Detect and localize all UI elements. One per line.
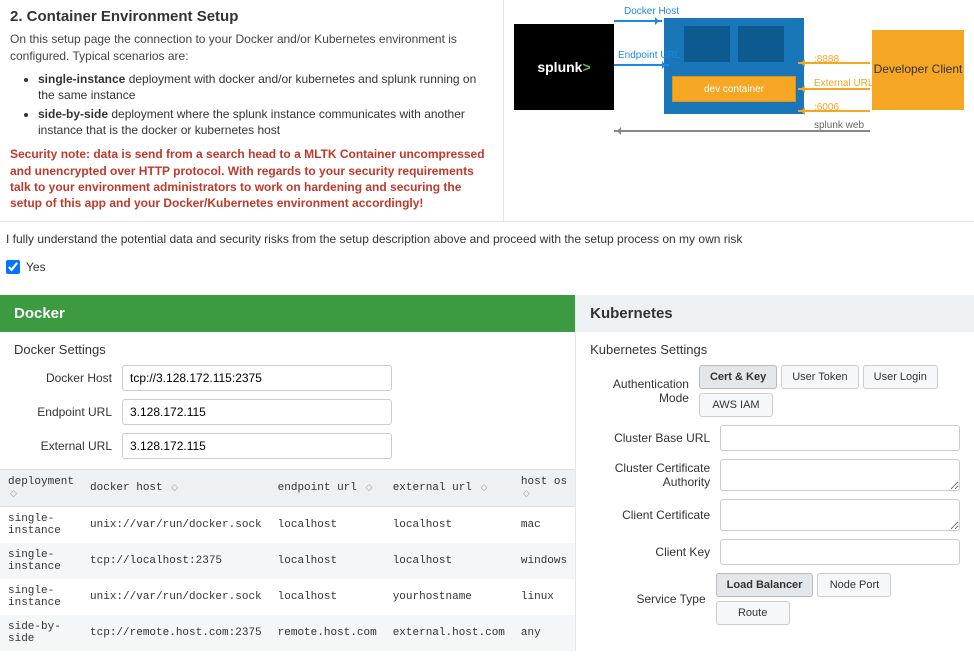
external-url-input[interactable] bbox=[122, 433, 392, 459]
table-cell: unix://var/run/docker.sock bbox=[82, 507, 270, 544]
examples-table: deployment ◇docker host ◇endpoint url ◇e… bbox=[0, 469, 575, 651]
developer-client-box: Developer Client bbox=[872, 30, 964, 110]
table-cell: tcp://localhost:2375 bbox=[82, 543, 270, 579]
dev-container-box: dev container bbox=[672, 76, 796, 102]
table-cell: single-instance bbox=[0, 507, 82, 544]
service-type-option[interactable]: Route bbox=[716, 601, 790, 625]
auth-mode-option[interactable]: User Login bbox=[863, 365, 938, 389]
table-cell: single-instance bbox=[0, 579, 82, 615]
table-cell: mac bbox=[513, 507, 575, 544]
client-cert-textarea[interactable] bbox=[720, 499, 960, 531]
table-row: side-by-sidetcp://remote.host.com:2375re… bbox=[0, 615, 575, 651]
cluster-base-url-input[interactable] bbox=[720, 425, 960, 451]
table-cell: localhost bbox=[270, 507, 385, 544]
kubernetes-panel-header: Kubernetes bbox=[576, 295, 974, 332]
client-key-input[interactable] bbox=[720, 539, 960, 565]
scenario-list: single-instance deployment with docker a… bbox=[10, 71, 493, 139]
sort-icon: ◇ bbox=[479, 483, 488, 493]
consent-checkbox[interactable] bbox=[6, 260, 20, 274]
section-title: 2. Container Environment Setup bbox=[10, 8, 493, 25]
splunk-box: splunk> bbox=[514, 24, 614, 110]
label-cluster-base-url: Cluster Base URL bbox=[590, 431, 720, 445]
table-cell: localhost bbox=[385, 543, 513, 579]
docker-panel-header: Docker bbox=[0, 295, 575, 332]
kubernetes-settings-heading: Kubernetes Settings bbox=[576, 332, 974, 361]
table-cell: localhost bbox=[385, 507, 513, 544]
column-header[interactable]: external url ◇ bbox=[385, 470, 513, 507]
scenario-item: side-by-side deployment where the splunk… bbox=[38, 106, 493, 138]
sort-icon: ◇ bbox=[169, 483, 178, 493]
label-service-type: Service Type bbox=[590, 592, 716, 606]
column-header[interactable]: host os ◇ bbox=[513, 470, 575, 507]
table-row: single-instancetcp://localhost:2375local… bbox=[0, 543, 575, 579]
column-header[interactable]: docker host ◇ bbox=[82, 470, 270, 507]
table-cell: yourhostname bbox=[385, 579, 513, 615]
consent-text: I fully understand the potential data an… bbox=[0, 222, 974, 250]
auth-mode-option[interactable]: Cert & Key bbox=[699, 365, 777, 389]
label-docker-host: Docker Host bbox=[14, 371, 122, 385]
table-cell: unix://var/run/docker.sock bbox=[82, 579, 270, 615]
table-cell: linux bbox=[513, 579, 575, 615]
architecture-diagram: splunk> dev container Developer Client D… bbox=[514, 6, 964, 136]
table-cell: localhost bbox=[270, 543, 385, 579]
auth-mode-option[interactable]: User Token bbox=[781, 365, 858, 389]
auth-mode-option[interactable]: AWS IAM bbox=[699, 393, 773, 417]
endpoint-url-input[interactable] bbox=[122, 399, 392, 425]
scenario-item: single-instance deployment with docker a… bbox=[38, 71, 493, 103]
table-cell: remote.host.com bbox=[270, 615, 385, 651]
auth-mode-buttons: Cert & KeyUser TokenUser Login AWS IAM bbox=[699, 365, 960, 417]
table-cell: tcp://remote.host.com:2375 bbox=[82, 615, 270, 651]
service-type-buttons: Load BalancerNode Port Route bbox=[716, 573, 960, 625]
consent-checkbox-label[interactable]: Yes bbox=[6, 260, 46, 274]
table-cell: localhost bbox=[270, 579, 385, 615]
sort-icon: ◇ bbox=[363, 483, 372, 493]
table-cell: any bbox=[513, 615, 575, 651]
table-row: single-instanceunix://var/run/docker.soc… bbox=[0, 579, 575, 615]
service-type-option[interactable]: Load Balancer bbox=[716, 573, 814, 597]
table-cell: external.host.com bbox=[385, 615, 513, 651]
sort-icon: ◇ bbox=[521, 489, 530, 499]
label-auth-mode: Authentication Mode bbox=[590, 377, 699, 405]
docker-host-input[interactable] bbox=[122, 365, 392, 391]
intro-text: On this setup page the connection to you… bbox=[10, 31, 493, 65]
column-header[interactable]: deployment ◇ bbox=[0, 470, 82, 507]
label-client-key: Client Key bbox=[590, 545, 720, 559]
table-cell: single-instance bbox=[0, 543, 82, 579]
table-row: single-instanceunix://var/run/docker.soc… bbox=[0, 507, 575, 544]
label-endpoint-url: Endpoint URL bbox=[618, 50, 680, 61]
sort-icon: ◇ bbox=[8, 489, 17, 499]
table-cell: side-by-side bbox=[0, 615, 82, 651]
label-cluster-ca: Cluster Certificate Authority bbox=[590, 461, 720, 489]
label-external-url: External URL bbox=[14, 439, 122, 453]
label-docker-host: Docker Host bbox=[624, 6, 679, 17]
service-type-option[interactable]: Node Port bbox=[817, 573, 891, 597]
docker-settings-heading: Docker Settings bbox=[0, 332, 575, 361]
security-note: Security note: data is send from a searc… bbox=[10, 146, 493, 211]
cluster-ca-textarea[interactable] bbox=[720, 459, 960, 491]
label-endpoint-url: Endpoint URL bbox=[14, 405, 122, 419]
label-client-cert: Client Certificate bbox=[590, 508, 720, 522]
table-cell: windows bbox=[513, 543, 575, 579]
consent-yes-label: Yes bbox=[26, 260, 46, 274]
column-header[interactable]: endpoint url ◇ bbox=[270, 470, 385, 507]
